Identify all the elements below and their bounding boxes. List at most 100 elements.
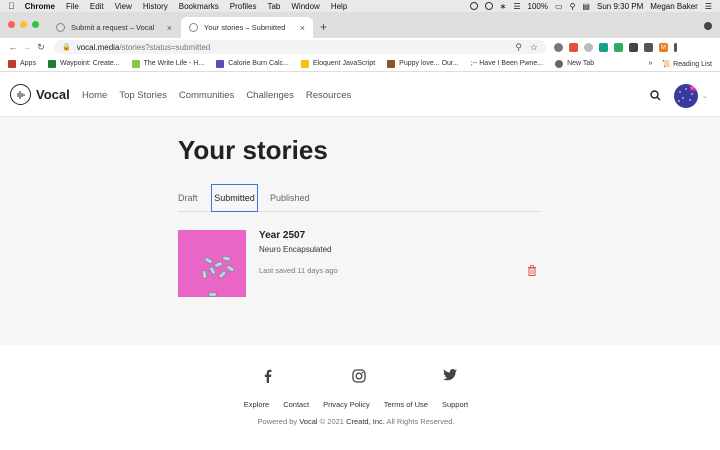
profile-avatar[interactable]: M [659,42,668,52]
minimize-window-button[interactable] [20,21,27,28]
capsule-image-detail [201,269,208,280]
bookmark-label: Puppy love... Our... [399,60,459,67]
nav-resources[interactable]: Resources [306,90,351,101]
clock[interactable]: Sun 9:30 PM [597,2,643,11]
nav-top-stories[interactable]: Top Stories [119,90,167,101]
nav-challenges[interactable]: Challenges [246,90,294,101]
capsule-image-detail [208,292,217,297]
menu-app-name[interactable]: Chrome [25,2,55,11]
bookmark-favicon-icon [131,59,140,68]
extension-icon[interactable] [599,42,608,52]
menu-view[interactable]: View [115,2,132,11]
close-tab-icon[interactable]: × [300,23,305,33]
bookmark-have-i-been-pwned[interactable]: ;-- Have I Been Pwne... [471,60,543,67]
control-center-icon[interactable]: ▤ [582,2,590,11]
new-tab-button[interactable]: + [320,20,327,34]
extension-icon[interactable] [554,42,563,52]
menu-tab[interactable]: Tab [267,2,280,11]
battery-icon[interactable]: ▭ [555,2,563,11]
maximize-window-button[interactable] [32,21,39,28]
forward-button[interactable]: → [20,42,34,52]
capsule-image-detail [221,255,232,262]
tab-draft[interactable]: Draft [178,184,198,212]
footer-privacy-link[interactable]: Privacy Policy [323,400,370,409]
menu-bookmarks[interactable]: Bookmarks [179,2,219,11]
menu-list-icon[interactable]: ☰ [705,2,712,11]
wifi-icon[interactable]: ☰ [513,2,520,11]
reload-button[interactable]: ↻ [34,42,48,53]
chevron-down-icon[interactable]: ⌄ [702,92,708,100]
vpn-icon[interactable] [484,2,493,10]
extension-icon[interactable] [569,42,578,52]
user-avatar[interactable]: V+ [674,84,698,108]
menu-window[interactable]: Window [291,2,319,11]
footer-links: Explore Contact Privacy Policy Terms of … [0,400,720,409]
apple-icon[interactable]:  [8,1,15,11]
tab-your-stories[interactable]: Your stories – Submitted × [181,17,313,38]
menu-help[interactable]: Help [331,2,347,11]
story-title[interactable]: Year 2507 [259,230,305,241]
bookmark-eloquent-js[interactable]: Eloquent JavaScript [300,59,375,68]
bookmark-new-tab[interactable]: New Tab [555,59,594,68]
reading-list-button[interactable]: 📜 Reading List [662,60,712,68]
vocal-logo-text: Vocal [36,87,70,102]
facebook-icon[interactable] [263,369,272,383]
bookmark-calorie[interactable]: Calorie Burn Calc... [216,59,289,68]
tab-submit-request[interactable]: Submit a request – Vocal × [48,17,180,38]
bluetooth-icon[interactable]: ∗ [500,2,507,11]
lock-icon[interactable]: 🔒 [62,43,71,51]
footer-terms-link[interactable]: Terms of Use [384,400,428,409]
powered-brand-link[interactable]: Vocal [299,417,317,426]
close-window-button[interactable] [8,21,15,28]
trash-icon[interactable] [527,265,537,276]
vocal-logo-icon [10,84,31,105]
more-menu-icon[interactable] [674,42,677,52]
footer-support-link[interactable]: Support [442,400,468,409]
tab-submitted[interactable]: Submitted [211,184,258,212]
back-button[interactable]: ← [6,42,20,52]
bookmarks-bar: Apps Waypoint: Create... The Write Life … [0,56,720,72]
tab-published[interactable]: Published [270,184,310,212]
battery-percent[interactable]: 100% [528,2,548,11]
story-community: Neuro Encapsulated [259,245,332,254]
nav-communities[interactable]: Communities [179,90,234,101]
footer-contact-link[interactable]: Contact [283,400,309,409]
menu-edit[interactable]: Edit [90,2,104,11]
user-name[interactable]: Megan Baker [650,2,698,11]
bookmark-apps[interactable]: Apps [8,59,36,68]
search-spotlight-icon[interactable]: ⚲ [570,2,576,11]
vocal-plus-badge: V+ [689,84,697,91]
window-controls [8,21,39,28]
footer-explore-link[interactable]: Explore [244,400,269,409]
nav-home[interactable]: Home [82,90,107,101]
browser-tab-strip: Submit a request – Vocal × Your stories … [0,12,720,38]
copyright-year: © 2021 [319,417,344,426]
menu-file[interactable]: File [66,2,79,11]
story-thumbnail[interactable] [178,230,246,297]
address-bar[interactable]: 🔒 vocal.media/stories?status=submitted ⚲… [54,40,546,54]
extension-icon[interactable] [584,42,593,52]
search-icon[interactable] [650,90,661,101]
menu-profiles[interactable]: Profiles [230,2,257,11]
menu-history[interactable]: History [143,2,168,11]
bookmark-star-icon[interactable]: ☆ [530,42,538,53]
close-tab-icon[interactable]: × [167,23,172,33]
menu-status-area: ∗ ☰ 100% ▭ ⚲ ▤ Sun 9:30 PM Megan Baker ☰ [469,2,712,11]
puzzle-extensions-icon[interactable] [629,42,638,52]
status-icon[interactable] [469,2,478,10]
vocal-logo[interactable]: Vocal [10,84,70,105]
twitter-icon[interactable] [443,369,457,381]
tab-search-icon[interactable] [704,22,712,30]
more-bookmarks-button[interactable]: » [649,60,653,67]
bookmark-write-life[interactable]: The Write Life - H... [131,59,204,68]
instagram-icon[interactable] [352,369,366,383]
key-icon[interactable]: ⚲ [515,42,522,53]
reading-mode-icon[interactable] [644,42,653,52]
capsule-image-detail [213,260,224,269]
extension-icon[interactable] [614,42,623,52]
bookmark-puppy-love[interactable]: Puppy love... Our... [387,59,459,68]
bookmark-favicon-icon [300,59,309,68]
bookmark-waypoint[interactable]: Waypoint: Create... [47,59,120,68]
story-last-saved: Last saved 11 days ago [259,266,338,275]
company-link[interactable]: Creatd, Inc. [346,417,385,426]
